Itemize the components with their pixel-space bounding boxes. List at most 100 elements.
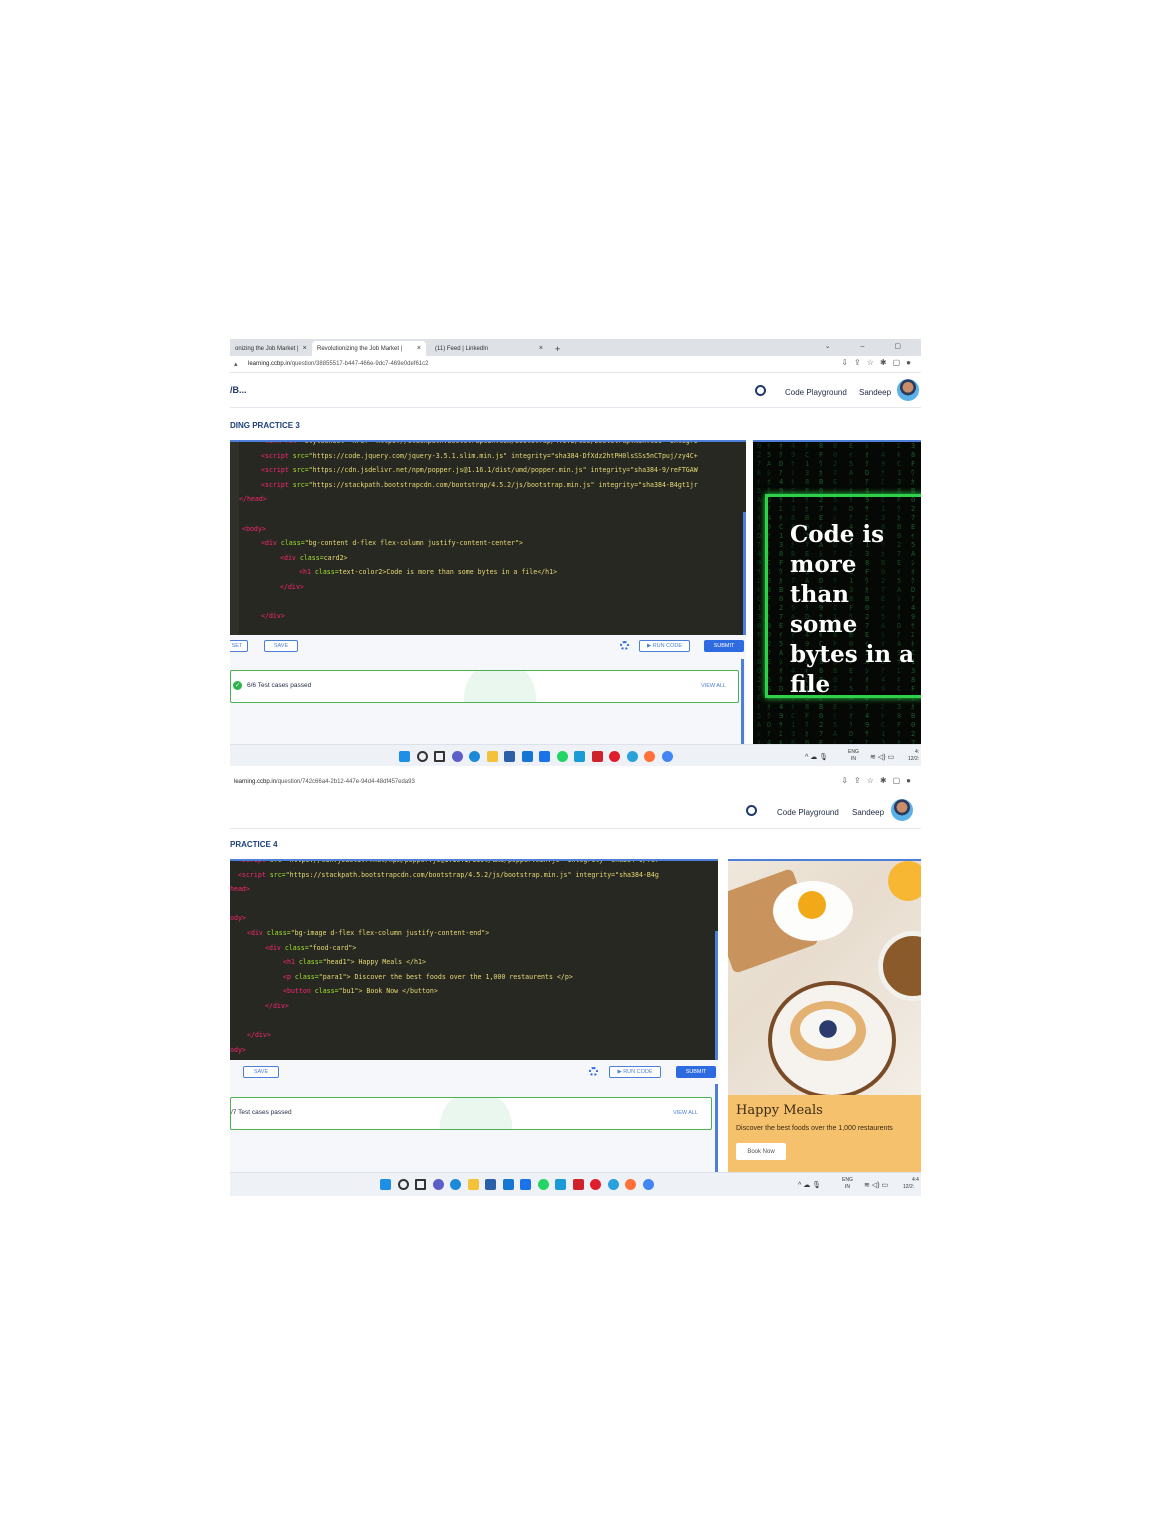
submit-button[interactable]: SUBMIT — [704, 640, 744, 652]
new-tab-button[interactable]: + — [550, 341, 566, 356]
chat-icon[interactable] — [432, 1179, 444, 1190]
site-logo[interactable]: /B... — [230, 385, 247, 395]
code-editor[interactable]: <link rel="stylesheet" href="https://sta… — [230, 440, 746, 637]
telegram-icon[interactable] — [626, 751, 638, 762]
browser-tab-active[interactable]: Revolutionizing the Job Market | × — [312, 341, 426, 356]
code-line[interactable]: <h1 class="head1"> Happy Meals </h1> — [283, 958, 426, 966]
results-scrollbar[interactable] — [741, 659, 744, 744]
code-line[interactable]: <body> — [242, 525, 266, 533]
calendar-icon[interactable] — [539, 751, 550, 762]
code-line[interactable]: <script src="https://cdn.jsdelivr.net/np… — [261, 466, 698, 474]
test-results-card[interactable]: ✓ 6/6 Test cases passed VIEW ALL — [230, 670, 739, 703]
tab-close-icon[interactable]: × — [413, 345, 421, 352]
run-code-button[interactable]: ▶ RUN CODE — [609, 1066, 661, 1078]
chrome-icon[interactable] — [642, 1179, 654, 1190]
chat-icon[interactable] — [451, 751, 463, 762]
code-line[interactable]: </div> — [261, 612, 285, 620]
code-line[interactable]: </div> — [265, 1002, 289, 1010]
code-line[interactable]: <p class="para1"> Discover the best food… — [283, 973, 573, 981]
tray-icons[interactable]: ^ ☁ 🎙 — [798, 1181, 821, 1189]
opera-icon[interactable] — [609, 751, 620, 762]
code-line[interactable]: <div class="bg-image d-flex flex-column … — [247, 929, 489, 937]
tray-language[interactable]: ENG — [842, 1177, 853, 1183]
search-icon[interactable] — [397, 1179, 409, 1190]
code-line[interactable]: <script src="https://code.jquery.com/jqu… — [261, 452, 698, 460]
calendar-icon[interactable] — [520, 1179, 531, 1190]
test-results-card[interactable]: /7 Test cases passed VIEW ALL — [230, 1097, 712, 1130]
avatar[interactable] — [891, 799, 913, 821]
task-view-icon[interactable] — [434, 751, 445, 762]
code-line[interactable]: <script src="https://cdn.jsdelivr.net/np… — [238, 861, 659, 864]
code-line[interactable]: <div class=card2> — [280, 554, 348, 562]
code-line[interactable]: </div> — [280, 583, 304, 591]
mail-icon[interactable] — [521, 751, 533, 762]
mail-icon[interactable] — [502, 1179, 514, 1190]
task-view-icon[interactable] — [415, 1179, 426, 1190]
code-line[interactable]: <div class="bg-content d-flex flex-colum… — [261, 539, 523, 547]
browser-action-icons[interactable]: ⇩⇪☆✱▢● — [841, 776, 917, 785]
wifi-volume-battery-icons[interactable]: ≋ ◁) ▭ — [870, 753, 894, 761]
code-line[interactable]: ody> — [230, 914, 246, 922]
browser-tab[interactable]: (11) Feed | LinkedIn × — [430, 341, 548, 356]
run-code-button[interactable]: ▶ RUN CODE — [639, 640, 690, 652]
edge-icon[interactable] — [469, 751, 480, 762]
firefox-icon[interactable] — [644, 751, 655, 762]
code-playground-link[interactable]: Code Playground — [777, 808, 839, 817]
tray-language[interactable]: ENG — [848, 749, 859, 755]
user-name[interactable]: Sandeep — [852, 808, 884, 817]
start-icon[interactable] — [380, 1179, 391, 1190]
chrome-icon[interactable] — [661, 751, 673, 762]
view-all-link[interactable]: VIEW ALL — [673, 1110, 698, 1116]
wifi-volume-battery-icons[interactable]: ≋ ◁) ▭ — [864, 1181, 888, 1189]
url-text[interactable]: learning.ccbp.in/question/38855517-b447-… — [248, 361, 428, 367]
editor-scrollbar[interactable] — [743, 512, 746, 637]
code-line[interactable]: head> — [230, 885, 250, 893]
window-controls[interactable]: ⌄ – ▢ — [825, 342, 915, 350]
address-bar[interactable]: ▴ learning.ccbp.in/question/38855517-b44… — [230, 356, 921, 373]
settings-gear-icon[interactable] — [589, 1067, 598, 1076]
store-icon[interactable] — [485, 1179, 496, 1190]
code-line[interactable]: ody> — [230, 1046, 246, 1054]
tab-close-icon[interactable]: × — [299, 345, 307, 352]
reset-button[interactable]: SET — [230, 640, 248, 652]
edge-icon[interactable] — [450, 1179, 461, 1190]
editor-scrollbar[interactable] — [715, 931, 718, 1062]
file-explorer-icon[interactable] — [486, 751, 498, 762]
tab-close-icon[interactable]: × — [535, 345, 543, 352]
code-line[interactable]: </head> — [239, 495, 267, 503]
book-now-button[interactable]: Book Now — [736, 1143, 786, 1160]
view-all-link[interactable]: VIEW ALL — [701, 683, 726, 689]
app-icon[interactable] — [574, 751, 585, 762]
file-explorer-icon[interactable] — [467, 1179, 479, 1190]
code-line[interactable]: <button class="bu1"> Book Now </button> — [283, 987, 438, 995]
submit-button[interactable]: SUBMIT — [676, 1066, 716, 1078]
address-bar[interactable]: learning.ccbp.in/question/742c66a4-2b12-… — [230, 774, 921, 790]
save-button[interactable]: SAVE — [264, 640, 298, 652]
store-icon[interactable] — [504, 751, 515, 762]
results-scrollbar[interactable] — [715, 1084, 718, 1172]
opera-icon[interactable] — [590, 1179, 601, 1190]
browser-action-icons[interactable]: ⇩⇪☆✱▢● — [841, 358, 917, 367]
save-button[interactable]: SAVE — [243, 1066, 279, 1078]
search-icon[interactable] — [416, 751, 428, 762]
code-editor[interactable]: <script src="https://cdn.jsdelivr.net/np… — [230, 859, 718, 1062]
code-line[interactable]: </div> — [247, 1031, 271, 1039]
start-icon[interactable] — [399, 751, 410, 762]
code-playground-link[interactable]: Code Playground — [785, 388, 847, 397]
mcafee-icon[interactable] — [591, 751, 603, 762]
whatsapp-icon[interactable] — [537, 1179, 549, 1190]
tray-icons[interactable]: ^ ☁ 🎙 — [805, 753, 828, 761]
timer-icon[interactable] — [746, 805, 757, 816]
code-line[interactable]: <h1 class=text-color2>Code is more than … — [299, 568, 557, 576]
telegram-icon[interactable] — [607, 1179, 619, 1190]
url-text[interactable]: learning.ccbp.in/question/742c66a4-2b12-… — [234, 779, 415, 785]
code-line[interactable]: <div class="food-card"> — [265, 944, 356, 952]
settings-gear-icon[interactable] — [620, 641, 629, 650]
code-line[interactable]: <script src="https://stackpath.bootstrap… — [238, 871, 659, 879]
mcafee-icon[interactable] — [572, 1179, 584, 1190]
app-icon[interactable] — [555, 1179, 566, 1190]
code-line[interactable]: <link rel="stylesheet" href="https://sta… — [261, 442, 698, 445]
browser-tab[interactable]: onizing the Job Market | × — [230, 341, 308, 356]
avatar[interactable] — [897, 379, 919, 401]
user-name[interactable]: Sandeep — [859, 388, 891, 397]
